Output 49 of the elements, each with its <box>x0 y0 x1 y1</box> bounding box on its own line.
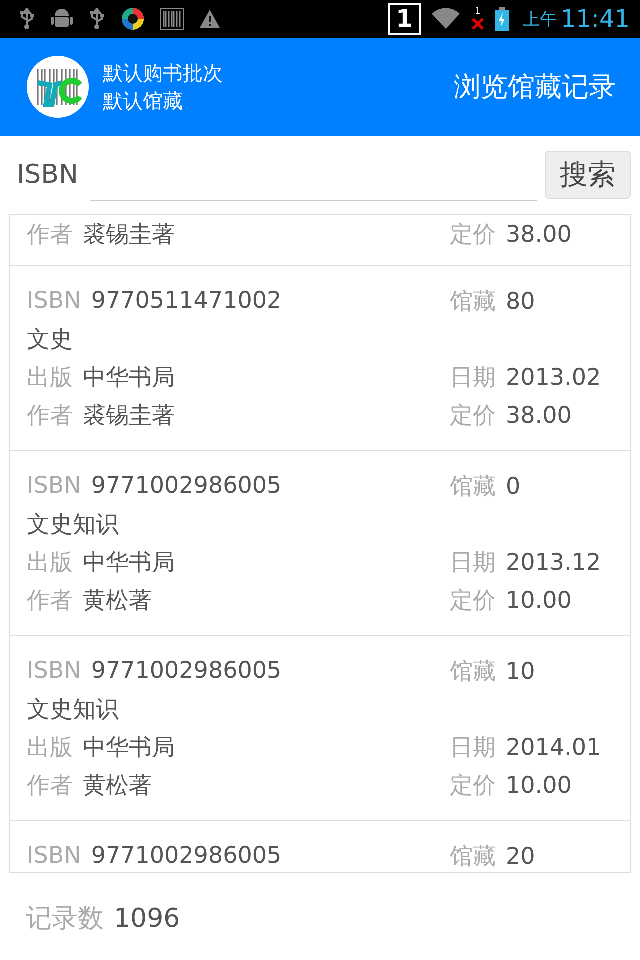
usb-icon <box>18 8 36 30</box>
record-field: 作者 裘锡圭著 <box>27 400 450 430</box>
record-field: 馆藏 10 <box>450 656 536 686</box>
barcode-icon <box>160 8 184 30</box>
record-field: 作者 黄松著 <box>27 770 450 800</box>
isbn-label: ISBN <box>17 160 78 190</box>
am-pm: 上午 <box>522 8 557 30</box>
search-button[interactable]: 搜索 <box>545 151 631 199</box>
record-field: 馆藏 80 <box>450 286 536 316</box>
record-field: 馆藏 20 <box>450 840 536 872</box>
record-field: 日期 2013.02 <box>450 362 602 392</box>
record-field: 出版 中华书局 <box>27 732 450 762</box>
sim-badge: 1 <box>388 3 421 35</box>
record-item[interactable]: ISBN 9771002986005 馆藏 0 文史知识 出版 中华书局 日期 2013.12 作者 黄松著 定价 10.00 <box>10 451 630 636</box>
record-field: 定价 10.00 <box>450 584 572 616</box>
record-item[interactable]: 作者 裘锡圭著 定价 38.00 <box>10 215 630 266</box>
record-count: 记录数 1096 <box>26 904 180 934</box>
record-field: 定价 38.00 <box>450 218 572 250</box>
record-field: 日期 2014.01 <box>450 732 602 762</box>
record-field: 定价 10.00 <box>450 770 572 800</box>
wifi-icon <box>430 8 461 30</box>
record-field: 文史知识 <box>27 694 450 724</box>
clock: 11:41 <box>560 5 630 33</box>
signal-count: 1 <box>474 7 481 17</box>
record-field: 文史知识 <box>27 508 450 540</box>
record-field: ISBN 9771002986005 <box>27 843 450 869</box>
collection-name: 默认馆藏 <box>103 88 184 114</box>
record-field: ISBN 9770511471002 <box>27 288 450 314</box>
record-field: 出版 中华书局 <box>27 546 450 578</box>
batch-name: 默认购书批次 <box>103 60 223 86</box>
app-icon <box>121 7 145 31</box>
record-field: 日期 2013.12 <box>450 546 602 578</box>
record-field: ISBN 9771002986005 <box>27 658 450 684</box>
record-field: 作者 裘锡圭著 <box>27 218 450 250</box>
record-item[interactable]: ISBN 9770511471002 馆藏 80 文史 出版 中华书局 日期 2013.02 作者 裘锡圭著 定价 38.00 <box>10 266 630 451</box>
record-field: 馆藏 0 <box>450 470 521 502</box>
screen-title: 浏览馆藏记录 <box>454 71 616 105</box>
battery-icon <box>494 7 509 31</box>
record-field: 作者 黄松著 <box>27 584 450 616</box>
record-item[interactable]: ISBN 9771002986005 馆藏 20 <box>10 821 630 872</box>
warning-icon <box>199 9 221 29</box>
record-field: 文史 <box>27 324 450 354</box>
no-signal-icon <box>470 17 485 31</box>
record-field: 出版 中华书局 <box>27 362 450 392</box>
record-field: ISBN 9771002986005 <box>27 473 450 499</box>
record-field: 定价 38.00 <box>450 400 572 430</box>
record-item[interactable]: ISBN 9771002986005 馆藏 10 文史知识 出版 中华书局 日期 2014.01 作者 黄松著 定价 10.00 <box>10 636 630 821</box>
logo-icon <box>26 55 90 119</box>
usb-icon <box>88 8 106 30</box>
